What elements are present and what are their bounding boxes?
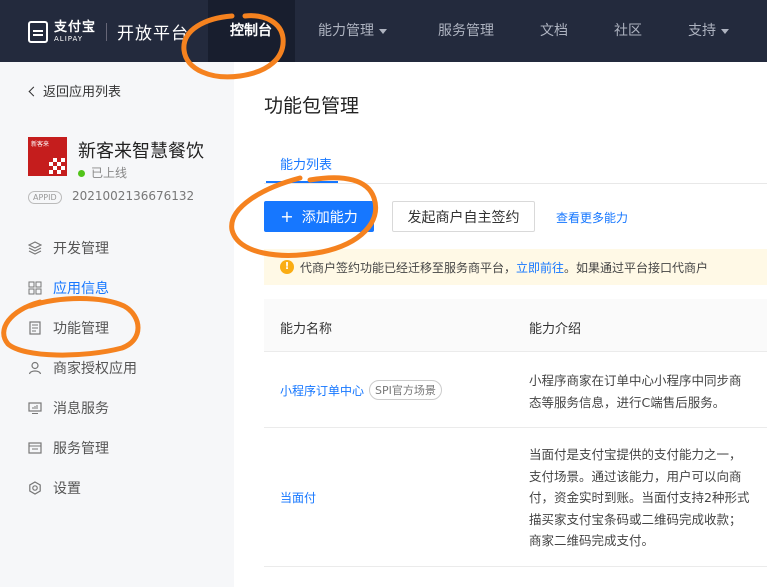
back-label: 返回应用列表: [43, 85, 122, 100]
sidebar-item-settings[interactable]: 设置: [28, 477, 81, 499]
nav-item-support[interactable]: 支持: [688, 0, 729, 62]
app-root: { "nav": { "brand_cn": "支付宝", "brand_en"…: [0, 0, 767, 587]
table-row-desc: 小程序商家在订单中心小程序中同步商 态等服务信息，进行C端售后服务。: [529, 370, 742, 413]
gear-icon: [29, 481, 41, 495]
desc-line: 态等服务信息，进行C端售后服务。: [529, 394, 726, 410]
sidebar-item-label: 设置: [53, 481, 81, 497]
sidebar-item-dev[interactable]: 开发管理: [28, 237, 109, 259]
desc-line: 当面付是支付宝提供的支付能力之一，: [529, 447, 742, 462]
app-status: 已上线: [78, 164, 127, 181]
scene-tag: SPI官方场景: [369, 380, 442, 400]
capability-name-link[interactable]: 小程序订单中心: [280, 382, 364, 399]
table-row-desc: 当面付是支付宝提供的支付能力之一， 支付场景。通过该能力，用户可以向商 付，资金…: [529, 444, 749, 552]
service-icon: [28, 442, 42, 454]
notice-link[interactable]: 立即前往: [516, 259, 564, 276]
sidebar-item-merchant-auth[interactable]: 商家授权应用: [28, 357, 137, 379]
sidebar-item-label: 功能管理: [53, 321, 109, 337]
desc-line: 商家二维码完成支付。: [529, 533, 655, 548]
tab-divider: [264, 183, 767, 184]
layers-icon: [28, 241, 42, 255]
sidebar-item-feature[interactable]: 功能管理: [28, 317, 109, 339]
chevron-left-icon: [28, 86, 39, 97]
sidebar-item-label: 服务管理: [53, 441, 109, 457]
sidebar-item-app-info[interactable]: 应用信息: [28, 277, 109, 299]
sidebar-item-label: 应用信息: [53, 281, 109, 297]
sidebar-item-label: 消息服务: [53, 401, 109, 417]
sidebar-item-label: 开发管理: [53, 241, 109, 257]
nav-item-capability-label: 能力管理: [318, 23, 374, 39]
app-logo: 新客来: [28, 137, 67, 176]
table-header: 能力名称 能力介绍: [264, 299, 767, 352]
column-header-name: 能力名称: [280, 322, 333, 337]
app-status-label: 已上线: [91, 166, 128, 180]
chevron-down-icon: [721, 28, 729, 34]
chevron-down-icon: [379, 28, 387, 34]
app-name: 新客来智慧餐饮: [78, 141, 204, 162]
back-to-app-list[interactable]: 返回应用列表: [28, 81, 122, 100]
brand-name-en: ALIPAY: [54, 34, 84, 43]
page-title: 功能包管理: [264, 95, 360, 117]
add-capability-label: 添加能力: [301, 209, 358, 226]
notice-text: 代商户签约功能已经迁移至服务商平台，: [300, 260, 517, 275]
nav-item-console[interactable]: 控制台: [230, 0, 272, 62]
merchant-sign-button[interactable]: 发起商户自主签约: [392, 201, 535, 232]
nav-item-docs[interactable]: 文档: [540, 0, 568, 62]
row-divider: [264, 427, 767, 428]
notice-banner: ! 代商户签约功能已经迁移至服务商平台， 立即前往 。如果通过平台接口代商户: [264, 249, 767, 285]
desc-line: 付，资金实时到账。当面付支持2种形式: [529, 490, 750, 505]
nav-item-community[interactable]: 社区: [614, 0, 642, 62]
user-icon: [28, 361, 42, 375]
brand[interactable]: 支付宝 ALIPAY 开放平台: [28, 19, 189, 44]
tab-capability-list[interactable]: 能力列表: [280, 154, 332, 173]
sidebar-item-label: 商家授权应用: [53, 361, 137, 377]
appid-badge: APPID: [28, 191, 62, 204]
nav-item-support-label: 支持: [688, 23, 716, 39]
sidebar: 返回应用列表 新客来 新客来智慧餐饮 已上线 APPID 20210021366…: [0, 62, 234, 587]
warning-icon: !: [280, 260, 294, 274]
sidebar-item-service[interactable]: 服务管理: [28, 437, 109, 459]
grid-icon: [28, 281, 42, 295]
plus-icon: +: [280, 207, 294, 226]
capability-name-link[interactable]: 当面付: [280, 489, 316, 506]
desc-line: 描买家支付宝条码或二维码完成收款；: [529, 511, 742, 527]
status-dot-icon: [78, 170, 85, 177]
nav-item-service[interactable]: 服务管理: [438, 0, 494, 62]
appid-value: 2021002136676132: [72, 189, 195, 203]
column-header-desc: 能力介绍: [529, 322, 582, 337]
brand-name: 支付宝: [54, 19, 97, 35]
app-logo-text: 新客来: [31, 141, 50, 148]
monitor-icon: [28, 402, 42, 414]
nav-item-capability[interactable]: 能力管理: [318, 0, 387, 62]
notice-text-after: 。如果通过平台接口代商户: [564, 260, 709, 275]
document-icon: [29, 321, 41, 335]
top-nav: 支付宝 ALIPAY 开放平台 控制台 能力管理 服务管理 文档 社区 支持: [0, 0, 767, 62]
more-capabilities-link[interactable]: 查看更多能力: [556, 209, 628, 226]
brand-divider: [106, 22, 108, 41]
add-capability-button[interactable]: + 添加能力: [264, 201, 374, 232]
row-divider: [264, 566, 767, 567]
desc-line: 支付场景。通过该能力，用户可以向商: [529, 468, 742, 484]
alipay-logo-icon: [28, 20, 48, 43]
desc-line: 小程序商家在订单中心小程序中同步商: [529, 373, 742, 388]
sidebar-item-message[interactable]: 消息服务: [28, 397, 109, 419]
platform-title: 开放平台: [117, 24, 190, 44]
